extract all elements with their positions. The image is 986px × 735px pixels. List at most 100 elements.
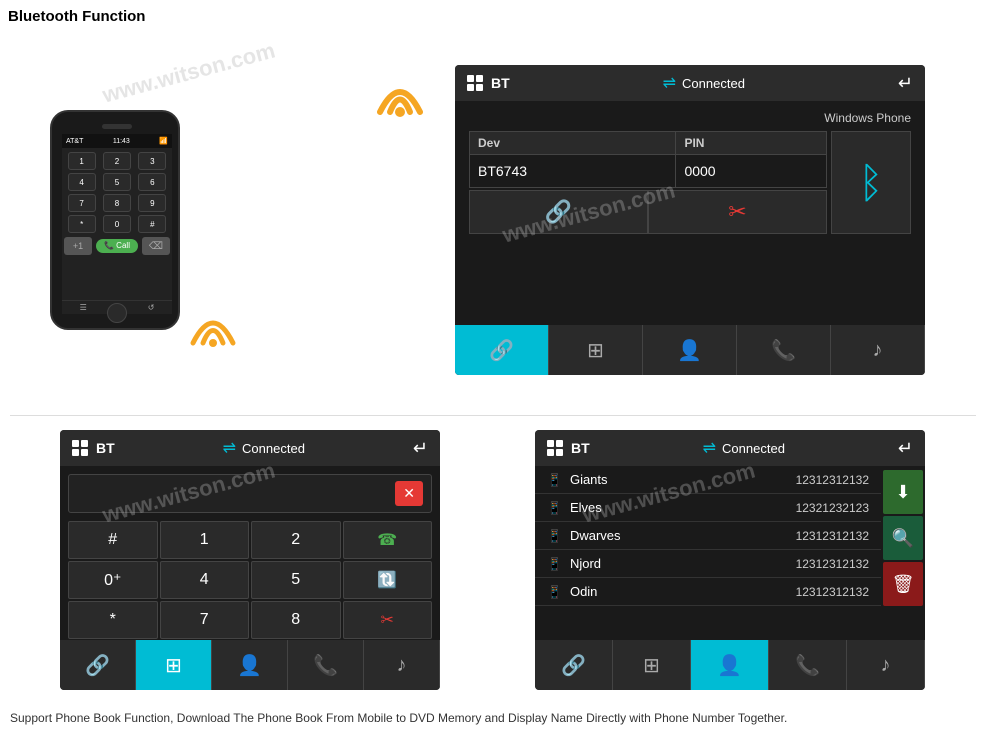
contact-number-0: 12312312132 bbox=[796, 473, 869, 487]
bt-nav-tab-contact[interactable]: 👤 bbox=[643, 325, 737, 375]
dialer-nav-link[interactable]: 🔗 bbox=[60, 640, 136, 690]
dialer-nav-phone[interactable]: 📞 bbox=[288, 640, 364, 690]
pb-nav-link[interactable]: 🔗 bbox=[535, 640, 613, 690]
pb-arrows-icon: ⇌ bbox=[703, 438, 716, 458]
bottom-caption: Support Phone Book Function, Download Th… bbox=[10, 711, 976, 725]
pbnav-contact-icon: 👤 bbox=[717, 653, 742, 678]
bt-dialer-header: BT ⇌ Connected ↵ bbox=[60, 430, 440, 466]
dnav-music-icon: ♪ bbox=[397, 654, 407, 677]
contact-number-4: 12312312132 bbox=[796, 585, 869, 599]
key-8[interactable]: 8 bbox=[251, 601, 341, 639]
bt-nav-tab-phone[interactable]: 📞 bbox=[737, 325, 831, 375]
pbnav-link-icon: 🔗 bbox=[561, 653, 586, 678]
key-2[interactable]: 2 bbox=[251, 521, 341, 559]
contact-number-2: 12312312132 bbox=[796, 529, 869, 543]
contact-row-odin[interactable]: 📱 Odin 12312312132 bbox=[535, 578, 881, 606]
bt-table: Dev PIN BT6743 0000 bbox=[469, 131, 827, 188]
page-title: Bluetooth Function bbox=[8, 8, 145, 25]
bluetooth-logo: ᛒ bbox=[858, 159, 883, 207]
dialer-input-row: ✕ bbox=[68, 474, 432, 513]
pb-nav-phone[interactable]: 📞 bbox=[769, 640, 847, 690]
dialer-nav-grid[interactable]: ⊞ bbox=[136, 640, 212, 690]
key-1[interactable]: 1 bbox=[160, 521, 250, 559]
back-button[interactable]: ↵ bbox=[898, 73, 913, 94]
link-button[interactable]: 🔗 bbox=[469, 190, 648, 234]
dnav-grid-icon: ⊞ bbox=[165, 653, 182, 678]
contact-phone-icon-4: 📱 bbox=[547, 585, 562, 599]
bt-nav-tab-link[interactable]: 🔗 bbox=[455, 325, 549, 375]
key-star[interactable]: * bbox=[68, 601, 158, 639]
key-7[interactable]: 7 bbox=[160, 601, 250, 639]
dialer-nav-music[interactable]: ♪ bbox=[364, 640, 440, 690]
nav-grid-icon: ⊞ bbox=[587, 338, 604, 363]
connected-badge: ⇌ Connected bbox=[663, 73, 745, 93]
contact-number-1: 12321232123 bbox=[796, 501, 869, 515]
nav-phone-icon: 📞 bbox=[771, 338, 796, 363]
bt-nav-top: 🔗 ⊞ 👤 📞 ♪ bbox=[455, 325, 925, 375]
pb-connected-label: Connected bbox=[722, 441, 785, 456]
contact-name-0: Giants bbox=[570, 472, 796, 487]
dialer-back-button[interactable]: ↵ bbox=[413, 438, 428, 459]
dialer-arrows-icon: ⇌ bbox=[223, 438, 236, 458]
key-0plus[interactable]: 0⁺ bbox=[68, 561, 158, 599]
bt-content: Windows Phone Dev PIN BT6743 0000 🔗 bbox=[455, 101, 925, 244]
bt-phonebook-header: BT ⇌ Connected ↵ bbox=[535, 430, 925, 466]
dialer-connected-label: Connected bbox=[242, 441, 305, 456]
delete-button[interactable]: 🗑 bbox=[883, 562, 923, 606]
pb-nav-music[interactable]: ♪ bbox=[847, 640, 925, 690]
key-5[interactable]: 5 bbox=[251, 561, 341, 599]
dialer-input[interactable] bbox=[77, 486, 395, 502]
contact-row-elves[interactable]: 📱 Elves 12321232123 bbox=[535, 494, 881, 522]
dnav-contact-icon: 👤 bbox=[237, 653, 262, 678]
bt-phonebook-screen: BT ⇌ Connected ↵ 📱 Giants 12312312132 📱 … bbox=[535, 430, 925, 690]
dialer-bt-label: BT bbox=[96, 440, 115, 456]
key-hash[interactable]: # bbox=[68, 521, 158, 559]
key-refresh[interactable]: 🔃 bbox=[343, 561, 433, 599]
dialer-nav-contact[interactable]: 👤 bbox=[212, 640, 288, 690]
bt-nav-tab-music[interactable]: ♪ bbox=[831, 325, 925, 375]
phonebook-action-buttons: ⬇ 🔍 🗑 bbox=[881, 466, 925, 610]
contact-phone-icon-1: 📱 bbox=[547, 501, 562, 515]
bt-nav-tab-grid[interactable]: ⊞ bbox=[549, 325, 643, 375]
pb-back-button[interactable]: ↵ bbox=[898, 438, 913, 459]
bt-dialer-nav: 🔗 ⊞ 👤 📞 ♪ bbox=[60, 640, 440, 690]
search-button[interactable]: 🔍 bbox=[883, 516, 923, 560]
grid-icon bbox=[467, 75, 483, 91]
key-call[interactable]: ☎ bbox=[343, 521, 433, 559]
backspace-button[interactable]: ✕ bbox=[395, 481, 423, 506]
contact-phone-icon-3: 📱 bbox=[547, 557, 562, 571]
dnav-link-icon: 🔗 bbox=[85, 653, 110, 678]
nav-link-icon: 🔗 bbox=[489, 338, 514, 363]
pb-connected-badge: ⇌ Connected bbox=[703, 438, 785, 458]
pb-nav-grid[interactable]: ⊞ bbox=[613, 640, 691, 690]
download-button[interactable]: ⬇ bbox=[883, 470, 923, 514]
nav-contact-icon: 👤 bbox=[677, 338, 702, 363]
key-endcall[interactable]: ✂ bbox=[343, 601, 433, 639]
bt-dialer-screen: BT ⇌ Connected ↵ ✕ # 1 2 ☎ 0⁺ 4 5 🔃 * 7 … bbox=[60, 430, 440, 690]
contact-row-njord[interactable]: 📱 Njord 12312312132 bbox=[535, 550, 881, 578]
action-row: 🔗 ✂ bbox=[469, 190, 827, 234]
contact-name-1: Elves bbox=[570, 500, 796, 515]
pbnav-grid-icon: ⊞ bbox=[643, 653, 660, 678]
contact-row-giants[interactable]: 📱 Giants 12312312132 bbox=[535, 466, 881, 494]
bt-screen-top: BT ⇌ Connected ↵ Windows Phone Dev PIN B… bbox=[455, 65, 925, 375]
phone-image: AT&T11:43📶 1 2ABC 3DEF 4GHI 5JKL 6MNO 7P… bbox=[40, 90, 200, 350]
arrows-icon: ⇌ bbox=[663, 73, 676, 93]
bt-phonebook-nav: 🔗 ⊞ 👤 📞 ♪ bbox=[535, 640, 925, 690]
connected-label: Connected bbox=[682, 76, 745, 91]
contact-row-dwarves[interactable]: 📱 Dwarves 12312312132 bbox=[535, 522, 881, 550]
key-4[interactable]: 4 bbox=[160, 561, 250, 599]
dialer-grid-icon bbox=[72, 440, 88, 456]
pin-header: PIN bbox=[676, 132, 827, 155]
contact-number-3: 12312312132 bbox=[796, 557, 869, 571]
unlink-icon: ✂ bbox=[728, 199, 746, 225]
bt-header: BT ⇌ Connected ↵ bbox=[455, 65, 925, 101]
contact-name-2: Dwarves bbox=[570, 528, 796, 543]
pb-bt-label: BT bbox=[571, 440, 590, 456]
pin-value: 0000 bbox=[676, 155, 827, 188]
dev-value: BT6743 bbox=[470, 155, 676, 188]
section-divider bbox=[10, 415, 976, 416]
link-icon: 🔗 bbox=[545, 199, 572, 225]
pb-nav-contact[interactable]: 👤 bbox=[691, 640, 769, 690]
unlink-button[interactable]: ✂ bbox=[648, 190, 827, 234]
